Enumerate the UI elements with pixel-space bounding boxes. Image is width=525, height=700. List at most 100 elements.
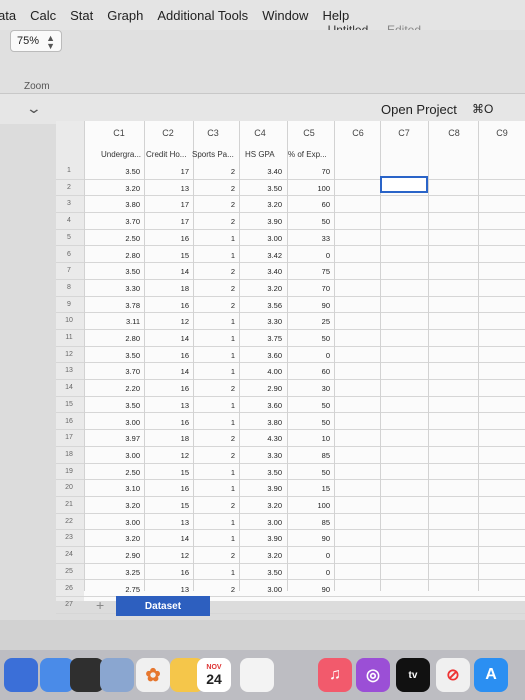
row-number[interactable]: 26 (56, 585, 82, 592)
table-cell[interactable]: 2.50 (100, 468, 140, 477)
column-header-c3[interactable]: C3 (193, 128, 233, 138)
table-cell[interactable]: 3.50 (242, 184, 282, 193)
music-icon[interactable]: ♫ (318, 658, 352, 692)
table-cell[interactable]: 14 (149, 267, 189, 276)
table-cell[interactable]: 1 (195, 351, 235, 360)
table-cell[interactable]: 3.30 (100, 284, 140, 293)
row-number[interactable]: 17 (56, 434, 82, 441)
table-cell[interactable]: 3.78 (100, 301, 140, 310)
table-cell[interactable]: 2.90 (100, 551, 140, 560)
table-cell[interactable]: 2 (195, 434, 235, 443)
table-cell[interactable]: 15 (149, 251, 189, 260)
table-cell[interactable]: 2.80 (100, 334, 140, 343)
table-cell[interactable]: 2 (195, 384, 235, 393)
table-cell[interactable]: 75 (290, 267, 330, 276)
table-cell[interactable]: 4.30 (242, 434, 282, 443)
table-cell[interactable]: 3.56 (242, 301, 282, 310)
row-number[interactable]: 18 (56, 451, 82, 458)
apple-tv-icon[interactable]: tv (396, 658, 430, 692)
table-cell[interactable]: 2 (195, 184, 235, 193)
table-cell[interactable]: 1 (195, 568, 235, 577)
table-cell[interactable]: 1 (195, 367, 235, 376)
table-cell[interactable]: 60 (290, 200, 330, 209)
chevron-down-icon[interactable]: ⌄ (26, 100, 42, 117)
table-cell[interactable]: 3.40 (242, 267, 282, 276)
table-cell[interactable]: 3.70 (100, 367, 140, 376)
table-cell[interactable]: 0 (290, 351, 330, 360)
table-cell[interactable]: 3.50 (100, 167, 140, 176)
table-cell[interactable]: 16 (149, 234, 189, 243)
table-cell[interactable]: 60 (290, 367, 330, 376)
column-header-c4[interactable]: C4 (240, 128, 280, 138)
table-cell[interactable]: 33 (290, 234, 330, 243)
table-cell[interactable]: 15 (149, 468, 189, 477)
table-cell[interactable]: 14 (149, 534, 189, 543)
table-cell[interactable]: 1 (195, 518, 235, 527)
table-cell[interactable]: 50 (290, 217, 330, 226)
table-cell[interactable]: 70 (290, 167, 330, 176)
table-cell[interactable]: 12 (149, 317, 189, 326)
row-number[interactable]: 20 (56, 484, 82, 491)
row-number[interactable]: 8 (56, 284, 82, 291)
table-cell[interactable]: 3.00 (100, 451, 140, 460)
selected-cell[interactable] (380, 176, 428, 193)
table-cell[interactable]: 3.20 (100, 534, 140, 543)
row-number[interactable]: 13 (56, 367, 82, 374)
table-cell[interactable]: 3.30 (242, 451, 282, 460)
table-cell[interactable]: 3.50 (242, 568, 282, 577)
tab-dataset[interactable]: Dataset (116, 596, 210, 616)
row-number[interactable]: 21 (56, 501, 82, 508)
table-cell[interactable]: 2 (195, 167, 235, 176)
table-cell[interactable]: 17 (149, 200, 189, 209)
table-cell[interactable]: 3.00 (100, 418, 140, 427)
menu-stat[interactable]: Stat (70, 8, 93, 23)
table-cell[interactable]: 2 (195, 501, 235, 510)
table-cell[interactable]: 15 (149, 501, 189, 510)
table-cell[interactable]: 3.00 (242, 234, 282, 243)
podcasts-icon[interactable]: ◎ (356, 658, 390, 692)
table-cell[interactable]: 0 (290, 551, 330, 560)
table-cell[interactable]: 12 (149, 451, 189, 460)
column-header-c6[interactable]: C6 (338, 128, 378, 138)
column-header-c5[interactable]: C5 (289, 128, 329, 138)
row-number[interactable]: 25 (56, 568, 82, 575)
row-number[interactable]: 14 (56, 384, 82, 391)
table-cell[interactable]: 3.60 (242, 351, 282, 360)
table-cell[interactable]: 13 (149, 184, 189, 193)
table-cell[interactable]: 14 (149, 334, 189, 343)
table-cell[interactable]: 3.20 (100, 184, 140, 193)
table-cell[interactable]: 2 (195, 301, 235, 310)
table-cell[interactable]: 90 (290, 301, 330, 310)
table-cell[interactable]: 3.20 (242, 200, 282, 209)
table-cell[interactable]: 3.75 (242, 334, 282, 343)
table-cell[interactable]: 1 (195, 468, 235, 477)
calendar-icon[interactable]: NOV 24 (197, 658, 231, 692)
row-number[interactable]: 11 (56, 334, 82, 341)
table-cell[interactable]: 1 (195, 418, 235, 427)
table-cell[interactable]: 25 (290, 317, 330, 326)
row-number[interactable]: 4 (56, 217, 82, 224)
table-cell[interactable]: 3.90 (242, 534, 282, 543)
table-cell[interactable]: 18 (149, 284, 189, 293)
table-cell[interactable]: 2 (195, 551, 235, 560)
table-cell[interactable]: 18 (149, 434, 189, 443)
table-cell[interactable]: 0 (290, 568, 330, 577)
table-cell[interactable]: 1 (195, 317, 235, 326)
table-cell[interactable]: 3.10 (100, 484, 140, 493)
table-cell[interactable]: 85 (290, 518, 330, 527)
zoom-select[interactable]: 75% ▲ ▼ (10, 30, 62, 52)
table-cell[interactable]: 3.90 (242, 484, 282, 493)
table-cell[interactable]: 2 (195, 284, 235, 293)
table-cell[interactable]: 17 (149, 167, 189, 176)
table-cell[interactable]: 3.40 (242, 167, 282, 176)
row-number[interactable]: 24 (56, 551, 82, 558)
table-cell[interactable]: 50 (290, 468, 330, 477)
row-number[interactable]: 1 (56, 167, 82, 174)
table-cell[interactable]: 2 (195, 267, 235, 276)
table-cell[interactable]: 3.50 (100, 351, 140, 360)
variable-name-c4[interactable]: HS GPA (245, 150, 275, 159)
table-cell[interactable]: 16 (149, 301, 189, 310)
table-cell[interactable]: 50 (290, 334, 330, 343)
table-cell[interactable]: 4.00 (242, 367, 282, 376)
table-cell[interactable]: 30 (290, 384, 330, 393)
